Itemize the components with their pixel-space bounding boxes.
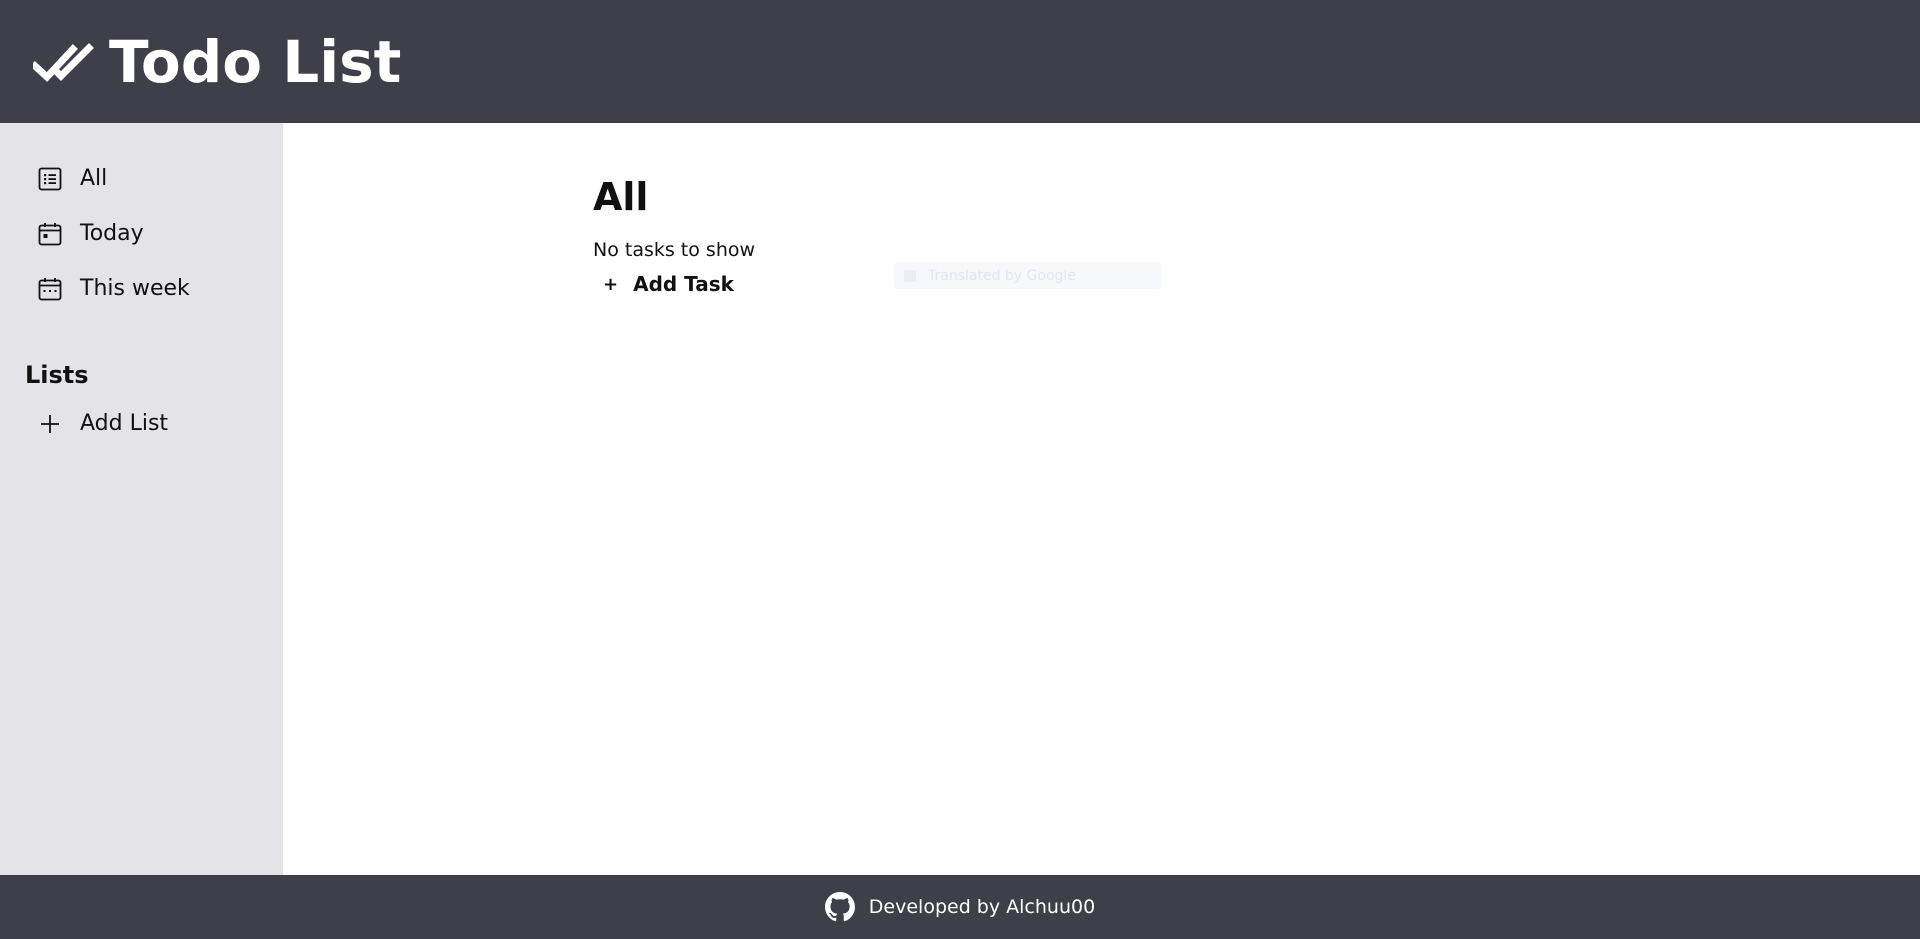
plus-icon: + xyxy=(603,273,619,295)
app-header: Todo List xyxy=(0,0,1920,123)
footer-credit: Developed by Alchuu00 xyxy=(868,896,1096,918)
sidebar: All Today This week Lists Add List xyxy=(0,123,283,875)
middle-section: All Today This week Lists Add List All N… xyxy=(0,123,1920,875)
main-content: All No tasks to show + Add Task Translat… xyxy=(283,123,1920,875)
calendar-week-icon xyxy=(37,276,63,302)
add-task-label: Add Task xyxy=(633,272,734,296)
app: Todo List All Today This week Lists Add … xyxy=(0,0,1920,939)
add-list-label: Add List xyxy=(80,411,169,436)
page-title: All xyxy=(593,175,649,219)
plus-icon xyxy=(37,411,63,437)
sidebar-item-today[interactable]: Today xyxy=(0,206,283,261)
sidebar-item-label: All xyxy=(80,166,108,191)
lists-heading: Lists xyxy=(25,361,89,389)
empty-state-message: No tasks to show xyxy=(593,239,756,261)
sidebar-item-all[interactable]: All xyxy=(0,151,283,206)
sidebar-item-label: Today xyxy=(80,221,144,246)
list-icon xyxy=(37,166,63,192)
calendar-today-icon xyxy=(37,221,63,247)
translate-overlay-text: Translated by Google xyxy=(928,267,1076,284)
add-task-button[interactable]: + Add Task xyxy=(593,269,1920,299)
sidebar-item-label: This week xyxy=(80,276,190,301)
github-icon[interactable] xyxy=(824,892,855,922)
sidebar-item-this-week[interactable]: This week xyxy=(0,261,283,316)
translate-overlay: Translated by Google xyxy=(894,262,1161,289)
double-check-icon xyxy=(33,40,95,84)
add-list-button[interactable]: Add List xyxy=(0,396,283,451)
app-footer: Developed by Alchuu00 xyxy=(0,875,1920,939)
translate-icon xyxy=(904,269,916,282)
app-title: Todo List xyxy=(109,27,402,96)
